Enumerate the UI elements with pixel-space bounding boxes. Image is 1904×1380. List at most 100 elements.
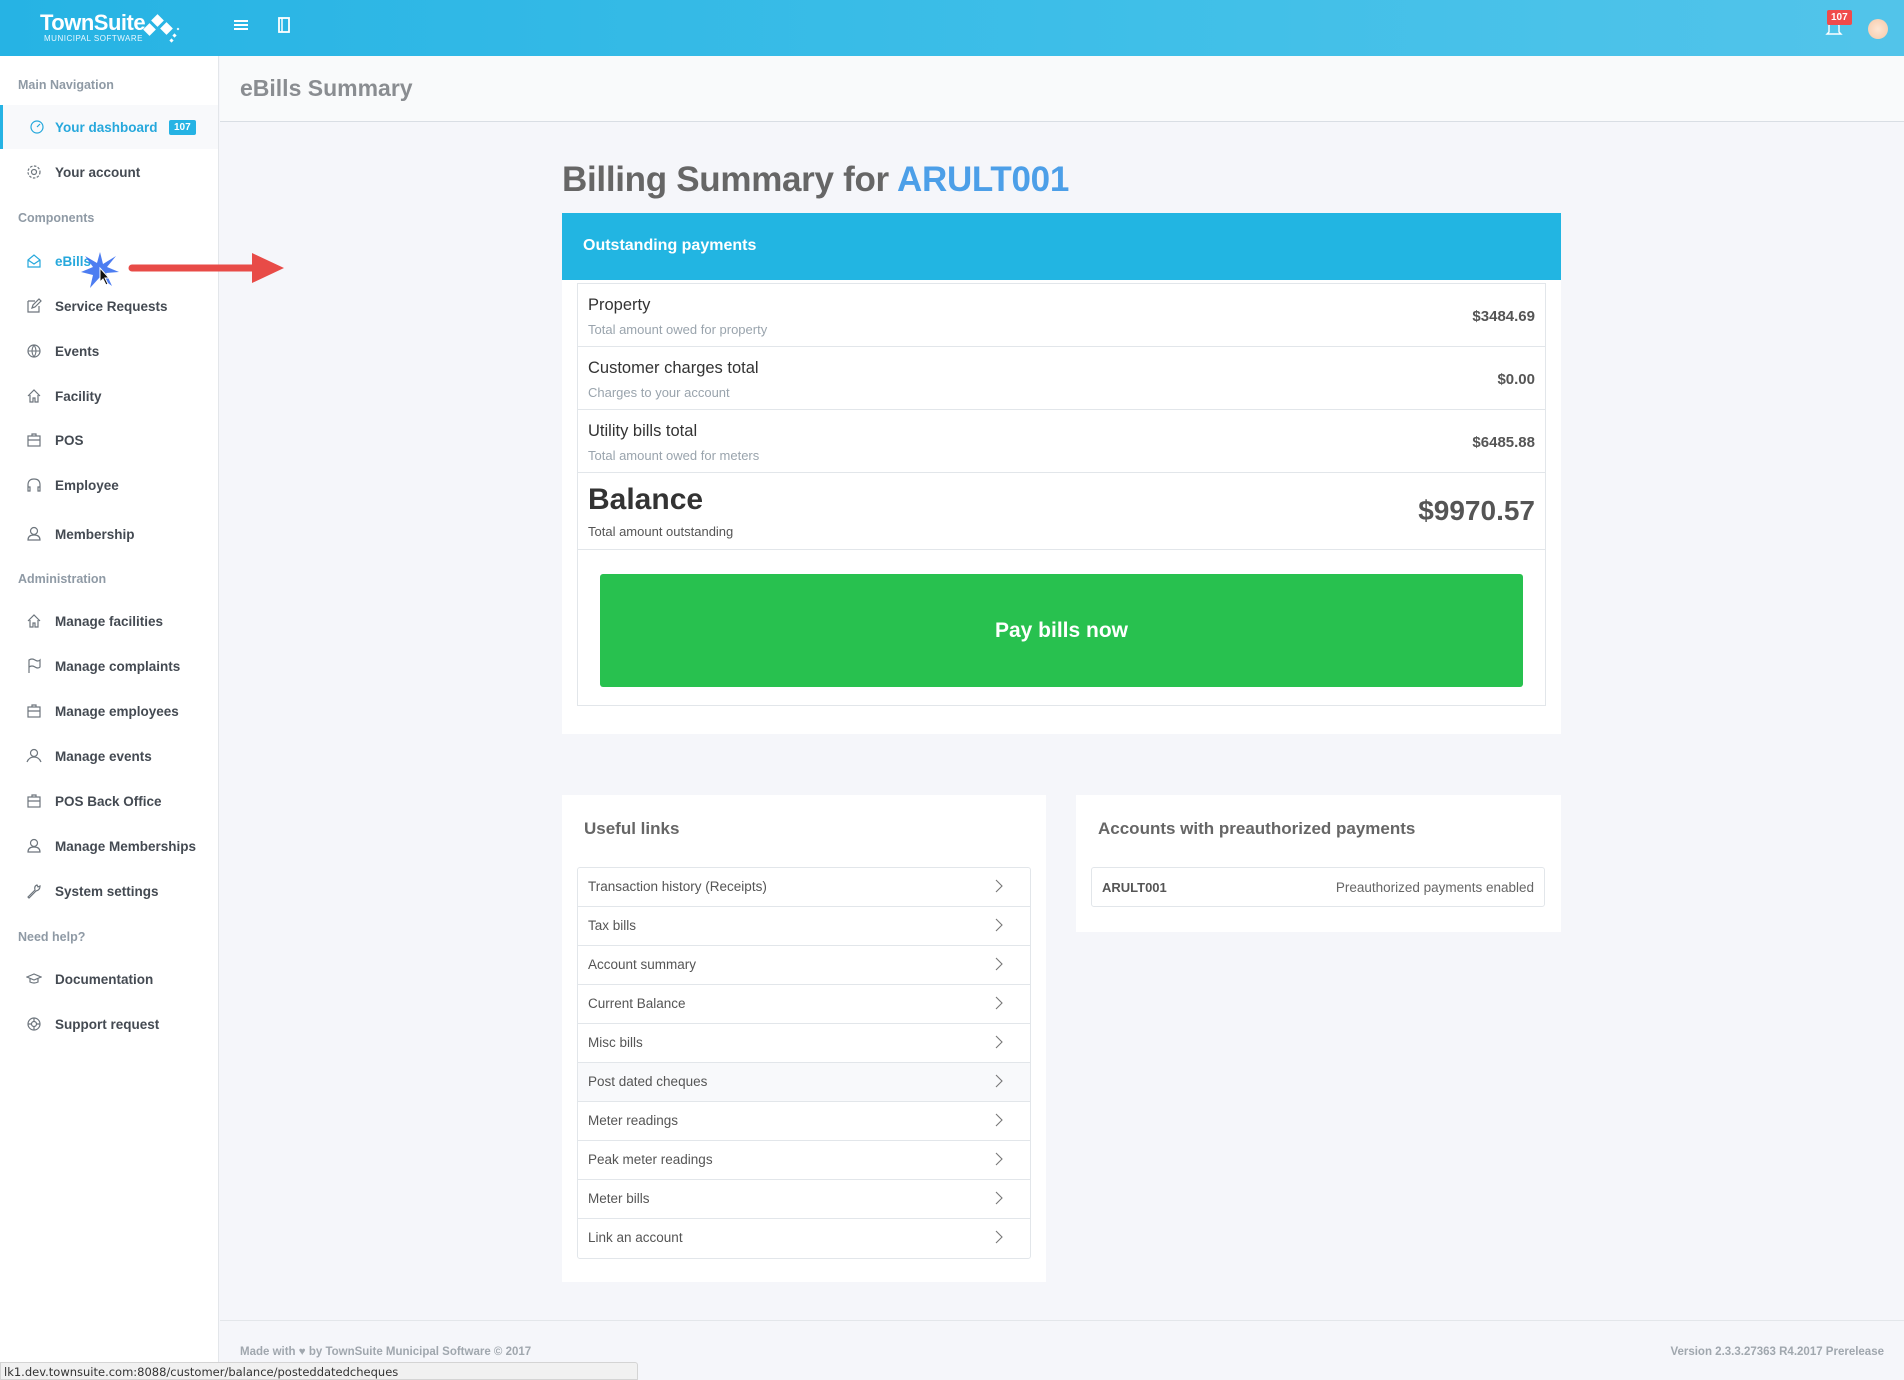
link-current-balance[interactable]: Current Balance [578, 985, 1030, 1024]
home-icon [26, 613, 42, 629]
briefcase-icon [26, 793, 42, 809]
user-add-icon [26, 838, 42, 854]
preauth-account: ARULT001 [1102, 880, 1167, 895]
billing-row-property: Property Total amount owed for property … [578, 284, 1545, 347]
link-label: Transaction history (Receipts) [588, 879, 767, 894]
sidebar-item-manage-employees[interactable]: Manage employees [0, 689, 218, 733]
link-label: Meter readings [588, 1113, 679, 1128]
preauthorized-payments-card: Accounts with preauthorized payments ARU… [1076, 795, 1561, 932]
link-meter-readings[interactable]: Meter readings [578, 1102, 1030, 1141]
link-tax-bills[interactable]: Tax bills [578, 907, 1030, 946]
preauth-row[interactable]: ARULT001 Preauthorized payments enabled [1091, 867, 1545, 907]
gear-icon [26, 164, 42, 180]
sidebar-item-documentation[interactable]: Documentation [0, 957, 218, 1001]
sidebar-item-facility[interactable]: Facility [0, 374, 218, 418]
link-misc-bills[interactable]: Misc bills [578, 1024, 1030, 1063]
notification-count-badge: 107 [1827, 10, 1852, 25]
billing-row-name: Customer charges total [588, 359, 759, 377]
footer-credit: Made with ♥ by TownSuite Municipal Softw… [240, 1346, 531, 1358]
mail-open-icon [26, 253, 42, 269]
made-with-prefix: Made with [240, 1346, 296, 1358]
billing-row-balance: Balance Total amount outstanding $9970.5… [578, 473, 1545, 550]
sidebar-section-main-navigation: Main Navigation [18, 78, 114, 92]
townsuite-logo[interactable]: TownSuite MUNICIPAL SOFTWARE [40, 12, 146, 44]
headphones-icon [26, 477, 42, 493]
sidebar-item-manage-events[interactable]: Manage events [0, 734, 218, 778]
billing-row-desc: Charges to your account [588, 385, 730, 400]
chevron-right-icon [995, 1191, 1003, 1205]
sidebar-item-label: Membership [55, 526, 135, 542]
annotation-arrow-icon [128, 253, 284, 283]
sidebar-item-label: Service Requests [55, 298, 168, 314]
basketball-icon [26, 343, 42, 359]
link-post-dated-cheques[interactable]: Post dated cheques [578, 1063, 1030, 1102]
sidebar-item-label: Manage employees [55, 703, 179, 719]
sidebar-item-events[interactable]: Events [0, 329, 218, 373]
chevron-right-icon [995, 1230, 1003, 1244]
link-peak-meter-readings[interactable]: Peak meter readings [578, 1141, 1030, 1180]
dashboard-count-badge: 107 [169, 119, 196, 135]
link-label: Misc bills [588, 1035, 643, 1050]
preauthorized-payments-title: Accounts with preauthorized payments [1098, 819, 1416, 838]
account-number: ARULT001 [897, 160, 1069, 199]
heart-icon: ♥ [298, 1346, 306, 1358]
useful-links-card: Useful links Transaction history (Receip… [562, 795, 1046, 1282]
sidebar-item-manage-facilities[interactable]: Manage facilities [0, 599, 218, 643]
outstanding-payments-panel: Outstanding payments Property Total amou… [562, 213, 1561, 734]
sidebar-item-system-settings[interactable]: System settings [0, 869, 218, 913]
link-label: Current Balance [588, 996, 686, 1011]
user-icon [26, 526, 42, 542]
hamburger-menu-icon[interactable] [233, 16, 249, 38]
sidebar-item-label: Manage facilities [55, 613, 164, 629]
link-meter-bills[interactable]: Meter bills [578, 1180, 1030, 1219]
billing-row-amount: $6485.88 [1472, 434, 1535, 451]
sidebar-item-service-requests[interactable]: Service Requests [0, 284, 218, 328]
sidebar-section-components: Components [18, 211, 95, 225]
page-title-bar: eBills Summary [220, 56, 1904, 122]
sidebar-item-employee[interactable]: Employee [0, 463, 218, 507]
pay-bills-now-button[interactable]: Pay bills now [600, 574, 1523, 687]
sidebar-item-pos-back-office[interactable]: POS Back Office [0, 779, 218, 823]
link-label: Meter bills [588, 1191, 650, 1206]
home-icon [26, 388, 42, 404]
lifebuoy-icon [26, 1016, 42, 1032]
useful-links-title: Useful links [584, 819, 680, 838]
billing-row-name: Utility bills total [588, 422, 698, 440]
link-label: Post dated cheques [588, 1074, 708, 1089]
click-burst-icon [81, 252, 119, 288]
users-icon [26, 748, 42, 764]
flag-icon [26, 658, 42, 674]
sidebar-item-pos[interactable]: POS [0, 418, 218, 462]
edit-icon [26, 298, 42, 314]
outstanding-payments-header: Outstanding payments [562, 213, 1561, 280]
sidebar-item-label: Employee [55, 477, 119, 493]
sidebar-item-manage-memberships[interactable]: Manage Memberships [0, 824, 218, 868]
billing-row-customer-charges: Customer charges total Charges to your a… [578, 347, 1545, 410]
sidebar-item-your-dashboard[interactable]: Your dashboard 107 [0, 105, 218, 149]
outstanding-payments-title: Outstanding payments [583, 237, 757, 254]
sidebar-item-label: System settings [55, 883, 159, 899]
link-label: Account summary [588, 957, 697, 972]
billing-summary-heading: Billing Summary for ARULT001 [562, 160, 1069, 200]
link-transaction-history[interactable]: Transaction history (Receipts) [578, 868, 1030, 907]
sidebar-item-support-request[interactable]: Support request [0, 1002, 218, 1046]
chevron-right-icon [995, 918, 1003, 932]
sidebar-item-your-account[interactable]: Your account [0, 150, 218, 194]
sidebar-item-label: Documentation [55, 971, 154, 987]
chevron-right-icon [995, 957, 1003, 971]
billing-row-utility-bills: Utility bills total Total amount owed fo… [578, 410, 1545, 473]
billing-row-amount: $3484.69 [1472, 308, 1535, 325]
chevron-right-icon [995, 1113, 1003, 1127]
link-account-summary[interactable]: Account summary [578, 946, 1030, 985]
link-link-an-account[interactable]: Link an account [578, 1219, 1030, 1258]
brand-subtitle: MUNICIPAL SOFTWARE [44, 34, 143, 43]
sidebar-item-label: Manage events [55, 748, 152, 764]
page-title: eBills Summary [240, 75, 413, 101]
sidebar-item-manage-complaints[interactable]: Manage complaints [0, 644, 218, 688]
sidebar-item-membership[interactable]: Membership [0, 512, 218, 556]
sidebar-item-label: Your account [55, 164, 141, 180]
balance-desc: Total amount outstanding [588, 524, 734, 539]
user-avatar[interactable] [1868, 19, 1888, 39]
footer-version: Version 2.3.3.27363 R4.2017 Prerelease [1670, 1346, 1884, 1358]
notebook-icon[interactable] [277, 16, 291, 39]
